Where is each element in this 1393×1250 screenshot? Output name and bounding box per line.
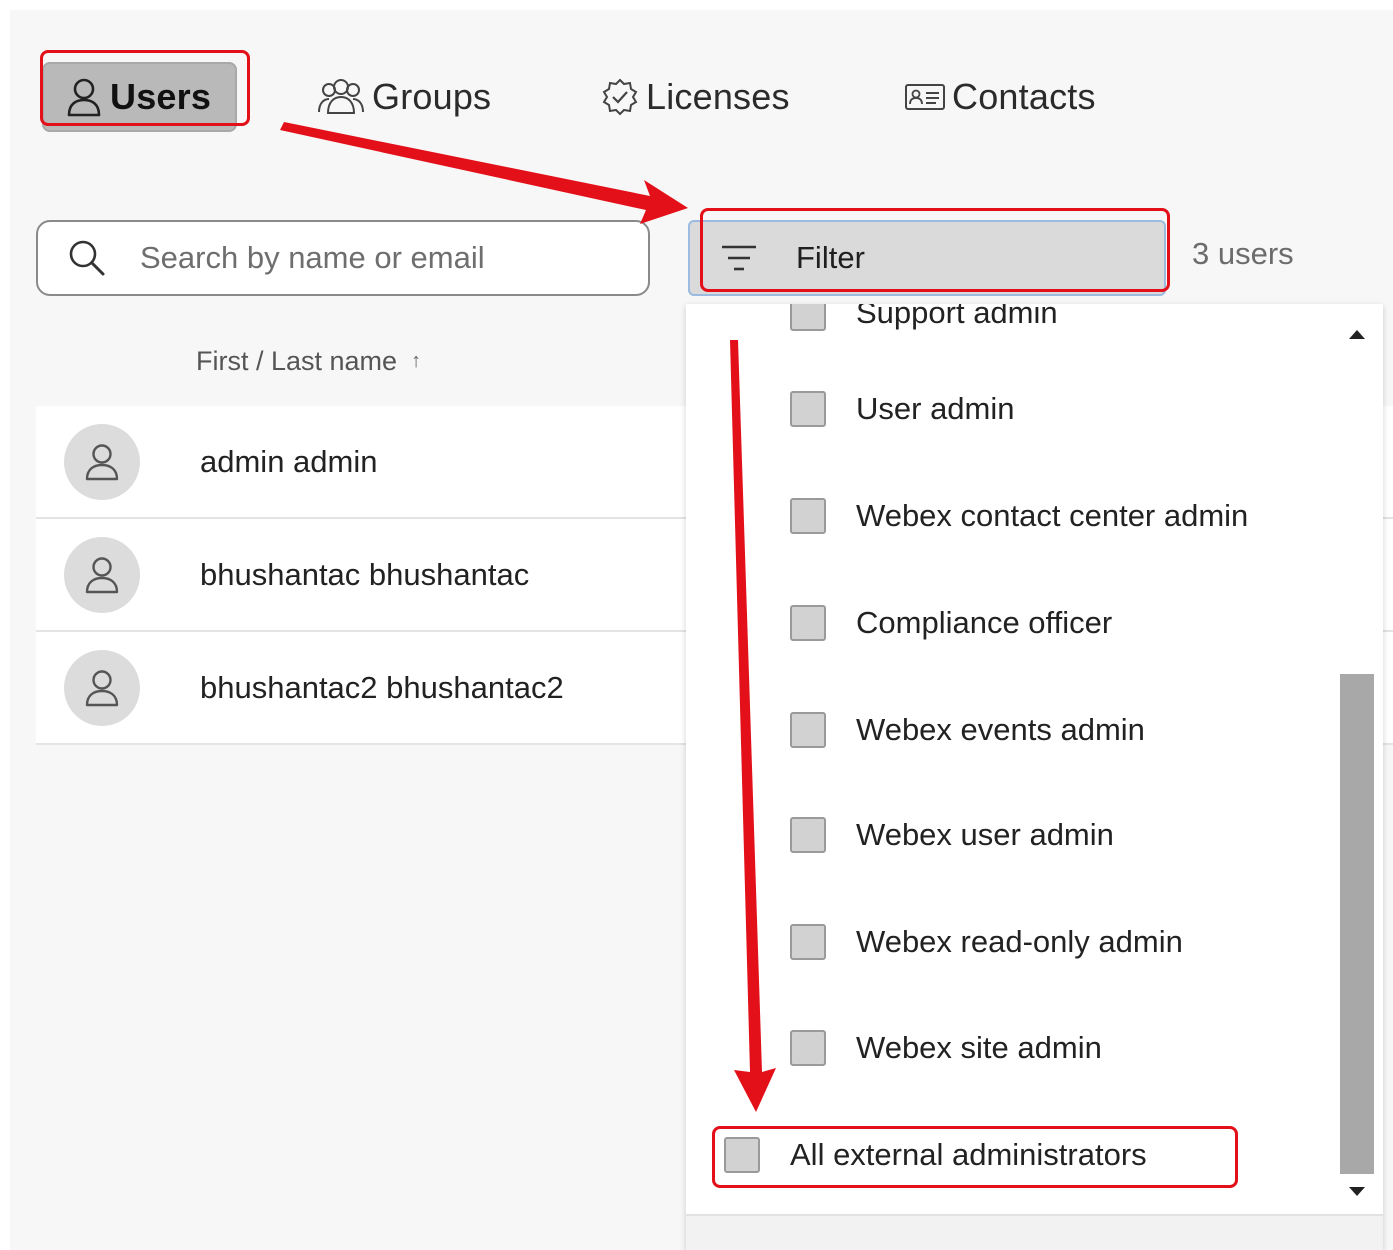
license-badge-icon (600, 77, 640, 117)
checkbox[interactable] (790, 304, 826, 331)
filter-option-support-admin[interactable]: Support admin (790, 304, 1058, 334)
filter-dropdown: Support admin User admin Webex contact c… (686, 304, 1383, 1250)
option-label: Webex read-only admin (856, 924, 1183, 959)
user-name: admin admin (200, 443, 378, 479)
contact-card-icon (904, 81, 946, 113)
checkbox[interactable] (790, 817, 826, 853)
user-icon (64, 76, 104, 118)
checkbox[interactable] (724, 1137, 760, 1173)
filter-option-user-admin[interactable]: User admin (790, 388, 1015, 430)
option-label: All external administrators (790, 1137, 1147, 1172)
avatar (64, 423, 140, 500)
column-header-label: First / Last name (196, 346, 398, 376)
tab-label: Groups (372, 76, 492, 117)
filter-option-compliance-officer[interactable]: Compliance officer (790, 602, 1112, 644)
user-count: 3 users (1192, 236, 1294, 271)
filter-option-events-admin[interactable]: Webex events admin (790, 709, 1145, 751)
checkbox[interactable] (790, 605, 826, 641)
option-label: Webex user admin (856, 817, 1114, 852)
checkbox[interactable] (790, 498, 826, 534)
checkbox[interactable] (790, 712, 826, 748)
filter-label: Filter (796, 240, 865, 275)
app-frame: Users Groups Licenses Contacts Filter 3 (10, 10, 1393, 1250)
scroll-down-arrow-icon[interactable] (1346, 1184, 1368, 1200)
tab-contacts[interactable]: Contacts (904, 62, 1096, 132)
tab-licenses[interactable]: Licenses (600, 62, 790, 132)
tab-label: Licenses (646, 76, 790, 117)
search-box[interactable] (36, 220, 650, 296)
scrollbar-thumb[interactable] (1340, 674, 1374, 1174)
dropdown-footer (686, 1214, 1383, 1250)
user-icon (85, 556, 119, 593)
checkbox[interactable] (790, 391, 826, 427)
option-label: Compliance officer (856, 605, 1113, 640)
search-input[interactable] (140, 240, 620, 276)
checkbox[interactable] (790, 924, 826, 960)
user-name: bhushantac bhushantac (200, 556, 530, 592)
tab-groups[interactable]: Groups (316, 62, 491, 132)
tab-label: Contacts (952, 76, 1096, 117)
filter-option-read-only-admin[interactable]: Webex read-only admin (790, 921, 1183, 963)
checkbox[interactable] (790, 1030, 826, 1066)
tab-users[interactable]: Users (42, 62, 238, 132)
column-header-name[interactable]: First / Last name ↑ (196, 346, 421, 377)
option-label: Support admin (856, 304, 1058, 330)
user-icon (85, 669, 119, 706)
user-name: bhushantac2 bhushantac2 (200, 669, 564, 705)
option-label: User admin (856, 391, 1015, 426)
scroll-up-arrow-icon[interactable] (1346, 326, 1368, 342)
group-icon (316, 78, 366, 116)
option-label: Webex site admin (856, 1030, 1102, 1065)
avatar (64, 649, 140, 726)
filter-lines-icon (720, 244, 758, 272)
tab-label: Users (110, 76, 212, 117)
filter-button[interactable]: Filter (688, 220, 1166, 296)
avatar (64, 536, 140, 613)
option-label: Webex contact center admin (856, 498, 1249, 533)
filter-option-webex-user-admin[interactable]: Webex user admin (790, 814, 1114, 856)
option-label: Webex events admin (856, 712, 1145, 747)
filter-option-all-external-admins[interactable]: All external administrators (724, 1134, 1147, 1176)
search-icon (68, 239, 106, 277)
user-icon (85, 443, 119, 480)
filter-option-site-admin[interactable]: Webex site admin (790, 1027, 1102, 1069)
sort-ascending-icon: ↑ (411, 350, 422, 372)
filter-option-contact-center-admin[interactable]: Webex contact center admin (790, 495, 1248, 537)
